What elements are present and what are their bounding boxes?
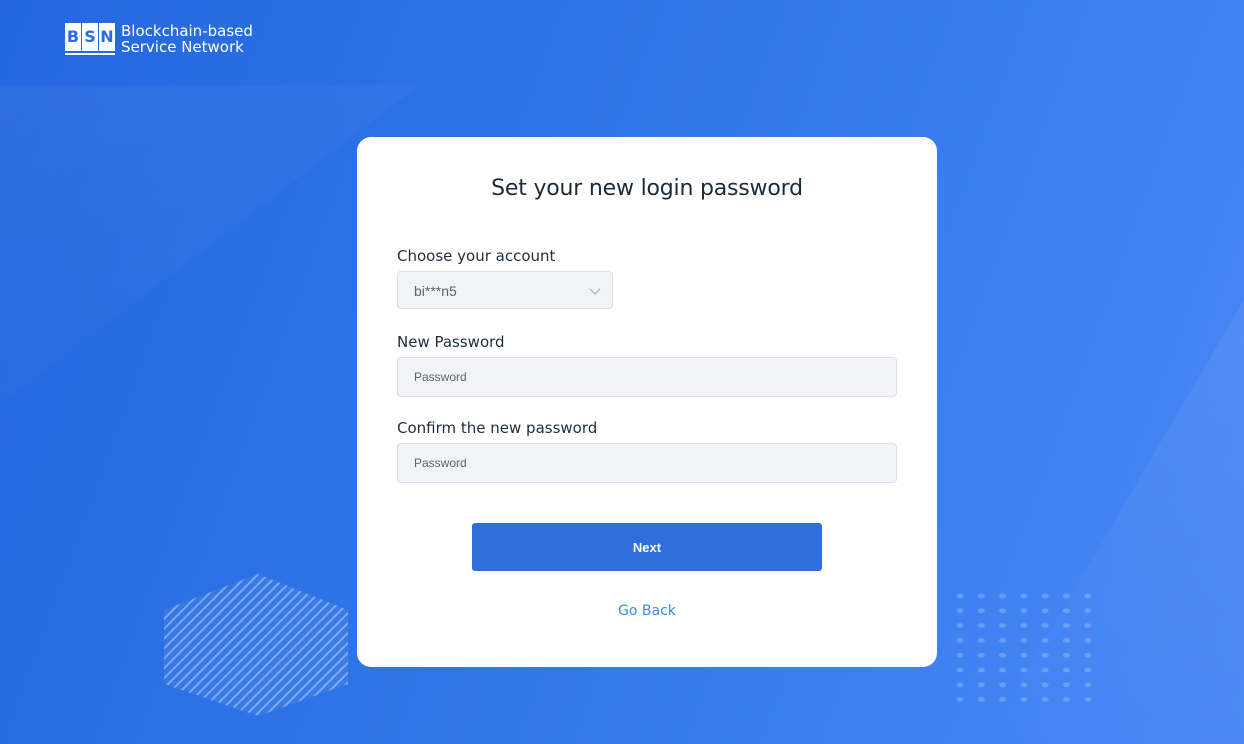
- logo-underline: [65, 53, 115, 55]
- hexagon-pattern-decoration: [164, 574, 348, 716]
- account-label: Choose your account: [397, 247, 556, 265]
- logo-letter-s: S: [82, 23, 98, 51]
- new-password-input[interactable]: [397, 357, 897, 397]
- confirm-password-input[interactable]: [397, 443, 897, 483]
- bsn-logo[interactable]: B S N Blockchain-based Service Network: [65, 23, 253, 55]
- dot-grid-decoration: [956, 593, 1092, 702]
- logo-letter-n: N: [99, 23, 115, 51]
- account-select[interactable]: bi***n5: [397, 271, 613, 309]
- chevron-down-icon: [589, 288, 601, 295]
- logo-letter-b: B: [65, 23, 81, 51]
- logo-text-line2: Service Network: [121, 38, 244, 56]
- page-title: Set your new login password: [491, 176, 803, 201]
- logo-text-line1: Blockchain-based: [121, 22, 253, 40]
- go-back-link[interactable]: Go Back: [357, 603, 937, 619]
- reset-password-card: Set your new login password Choose your …: [357, 137, 937, 667]
- confirm-password-label: Confirm the new password: [397, 419, 598, 437]
- new-password-label: New Password: [397, 333, 505, 351]
- next-button[interactable]: Next: [472, 523, 822, 571]
- logo-text: Blockchain-based Service Network: [121, 23, 253, 55]
- account-select-value: bi***n5: [414, 283, 457, 299]
- bsn-logo-mark: B S N: [65, 23, 115, 55]
